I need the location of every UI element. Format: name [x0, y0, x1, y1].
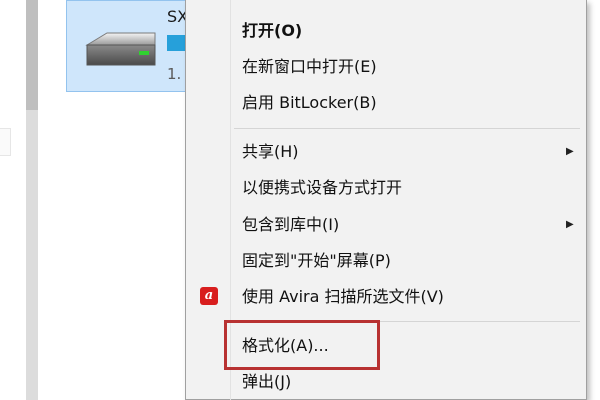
submenu-arrow-icon: ▶: [566, 146, 574, 157]
menu-item-open[interactable]: 打开(O): [242, 16, 302, 46]
menu-item-avira-scan[interactable]: 使用 Avira 扫描所选文件(V): [242, 282, 444, 312]
menu-item-eject[interactable]: 弹出(J): [242, 367, 291, 397]
menu-item-open-new-window[interactable]: 在新窗口中打开(E): [242, 52, 377, 82]
menu-item-pin-start[interactable]: 固定到"开始"屏幕(P): [242, 246, 391, 276]
menu-item-share[interactable]: 共享(H): [242, 137, 299, 167]
menu-separator: [234, 128, 580, 129]
navigation-pane: [0, 0, 40, 400]
usb-drive-icon: [85, 32, 156, 66]
nav-pane-item[interactable]: [0, 128, 11, 156]
context-menu: 打开(O) 在新窗口中打开(E) 启用 BitLocker(B) 共享(H) ▶…: [185, 0, 587, 400]
menu-item-open-portable[interactable]: 以便携式设备方式打开: [242, 173, 402, 203]
format-highlight-box: [224, 320, 380, 370]
drive-size: 1.: [167, 65, 182, 83]
menu-item-include-library[interactable]: 包含到库中(I): [242, 210, 339, 240]
avira-icon: a: [200, 287, 218, 305]
scrollbar-thumb[interactable]: [26, 0, 38, 110]
submenu-arrow-icon: ▶: [566, 219, 574, 230]
menu-item-enable-bitlocker[interactable]: 启用 BitLocker(B): [242, 88, 377, 118]
